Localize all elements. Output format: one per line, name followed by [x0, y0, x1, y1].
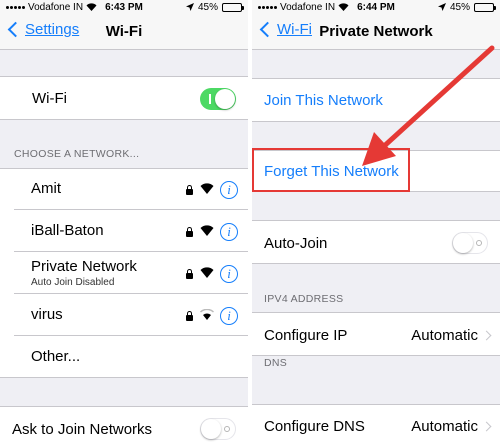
network-row[interactable]: Amit i	[0, 168, 248, 210]
ask-to-join-toggle[interactable]	[200, 418, 236, 440]
location-icon	[185, 3, 194, 11]
configure-dns-row[interactable]: Configure DNS Automatic	[252, 404, 500, 442]
back-button[interactable]: Settings	[6, 21, 79, 38]
wifi-signal-icon	[200, 309, 214, 320]
auto-join-toggle[interactable]	[452, 232, 488, 254]
section-header-dns: DNS	[264, 357, 288, 369]
chevron-right-icon	[481, 421, 492, 432]
battery-percent: 45%	[449, 1, 470, 13]
network-name: virus	[31, 306, 63, 323]
wifi-toggle[interactable]	[200, 88, 236, 110]
ask-to-join-label: Ask to Join Networks	[12, 421, 153, 438]
battery-percent: 45%	[197, 1, 218, 13]
back-button-label: Wi-Fi	[277, 21, 312, 38]
auto-join-row: Auto-Join	[252, 220, 500, 264]
network-row[interactable]: iBall-Baton i	[0, 210, 248, 252]
network-name: Private Network	[31, 258, 137, 275]
info-icon[interactable]: i	[220, 223, 238, 241]
auto-join-label: Auto-Join	[264, 235, 328, 252]
chevron-left-icon	[259, 21, 276, 38]
network-detail-screen: Vodafone IN 6:44 PM 45% Wi-Fi Private Ne…	[252, 0, 500, 442]
configure-ip-row[interactable]: Configure IP Automatic	[252, 312, 500, 356]
configure-dns-label: Configure DNS	[264, 418, 365, 435]
other-network-row[interactable]: Other...	[0, 336, 248, 378]
configure-ip-label: Configure IP	[264, 327, 348, 344]
lock-icon	[186, 311, 193, 321]
section-header-ipv4: IPV4 ADDRESS	[264, 293, 344, 305]
network-name: Amit	[31, 180, 61, 197]
wifi-signal-icon	[200, 267, 214, 278]
wifi-signal-icon	[200, 225, 214, 236]
back-button-label: Settings	[25, 21, 80, 38]
battery-icon	[474, 2, 496, 12]
forget-network-row[interactable]: Forget This Network	[252, 150, 500, 192]
back-button[interactable]: Wi-Fi	[258, 21, 312, 38]
location-icon	[437, 3, 446, 11]
info-icon[interactable]: i	[220, 181, 238, 199]
forget-network-button[interactable]: Forget This Network	[264, 163, 399, 180]
network-subtitle: Auto Join Disabled	[31, 277, 115, 288]
network-name: iBall-Baton	[31, 222, 104, 239]
status-bar: Vodafone IN 6:44 PM 45%	[252, 0, 500, 14]
wifi-toggle-row: Wi-Fi	[0, 76, 248, 120]
join-network-button[interactable]: Join This Network	[264, 92, 383, 109]
info-icon[interactable]: i	[220, 265, 238, 283]
configure-dns-value: Automatic	[411, 418, 478, 435]
other-network-label: Other...	[31, 348, 81, 365]
configure-ip-value: Automatic	[411, 327, 478, 344]
status-bar: Vodafone IN 6:43 PM 45%	[0, 0, 248, 14]
wifi-label: Wi-Fi	[32, 90, 67, 107]
navigation-bar: Settings Wi-Fi	[0, 14, 248, 50]
join-network-row[interactable]: Join This Network	[252, 78, 500, 122]
navigation-bar: Wi-Fi Private Network	[252, 14, 500, 50]
battery-icon	[222, 2, 244, 12]
ask-to-join-row: Ask to Join Networks	[0, 406, 248, 442]
lock-icon	[186, 185, 193, 195]
wifi-signal-icon	[200, 183, 214, 194]
lock-icon	[186, 269, 193, 279]
network-row[interactable]: Private Network Auto Join Disabled i	[0, 252, 248, 294]
chevron-left-icon	[7, 21, 24, 38]
section-header-networks: CHOOSE A NETWORK...	[14, 148, 140, 160]
info-icon[interactable]: i	[220, 307, 238, 325]
chevron-right-icon	[481, 330, 492, 341]
lock-icon	[186, 227, 193, 237]
network-row[interactable]: virus i	[0, 294, 248, 336]
wifi-settings-screen: Vodafone IN 6:43 PM 45% Settings Wi-Fi W…	[0, 0, 248, 442]
